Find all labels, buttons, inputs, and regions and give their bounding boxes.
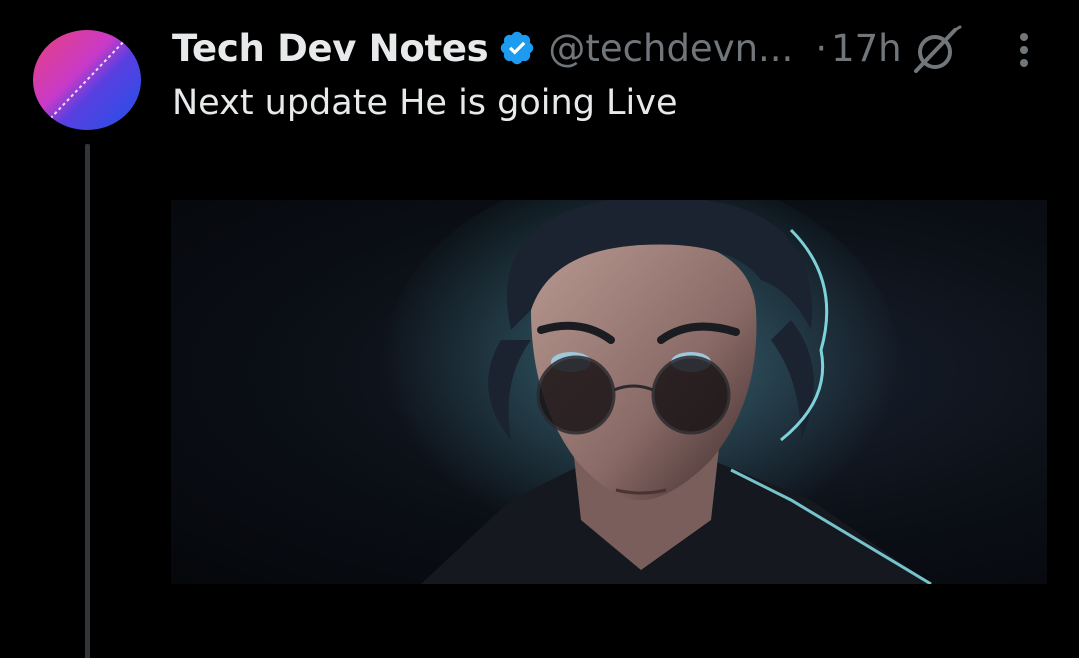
tweet[interactable]: Tech Dev Notes @techdevn... · 17h Next u… <box>0 0 1079 658</box>
character-illustration-icon <box>381 200 932 584</box>
tweet-media-image[interactable] <box>171 200 1047 584</box>
thread-line <box>85 144 90 658</box>
avatar-diagonal-icon <box>46 37 128 123</box>
tweet-text: Next update He is going Live <box>172 83 678 123</box>
handle[interactable]: @techdevn... <box>548 27 793 70</box>
grok-icon[interactable] <box>908 25 962 75</box>
timestamp[interactable]: 17h <box>831 27 902 70</box>
separator-dot: · <box>815 26 828 70</box>
verified-badge-icon[interactable] <box>498 29 536 67</box>
more-vertical-icon[interactable] <box>1012 30 1036 72</box>
display-name[interactable]: Tech Dev Notes <box>172 27 489 70</box>
avatar[interactable] <box>33 30 141 130</box>
